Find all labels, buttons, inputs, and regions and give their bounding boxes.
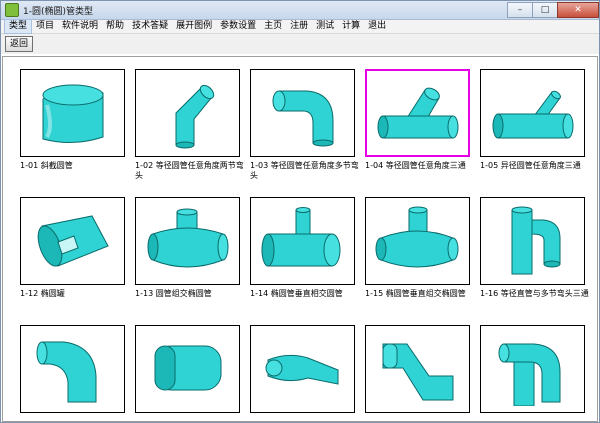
app-icon <box>5 3 19 17</box>
thumbnail[interactable] <box>480 197 585 285</box>
elliptical-tank-icon <box>37 215 109 267</box>
item-caption: 1-14 椭圆管垂直相交圆管 <box>250 289 343 298</box>
menu-item-register[interactable]: 注册 <box>286 20 312 33</box>
toolbar: 返回 <box>1 34 599 54</box>
item-caption: 1-16 等径直管与多节弯头三通 <box>480 289 589 298</box>
thumbnail[interactable] <box>135 69 240 157</box>
menu-item-tech-qa[interactable]: 技术答疑 <box>128 20 172 33</box>
menu-item-home[interactable]: 主页 <box>260 20 286 33</box>
two-segment-elbow-icon <box>175 84 214 149</box>
window-title: 1-圆(椭圆)管类型 <box>23 6 93 17</box>
thumbnail[interactable] <box>135 325 240 413</box>
menu-item-settings[interactable]: 参数设置 <box>216 20 260 33</box>
multi-segment-elbow-icon <box>272 90 333 147</box>
item-caption: 1-13 圆管组交椭圆管 <box>135 289 212 298</box>
thumbnail[interactable] <box>250 69 355 157</box>
menu-item-test[interactable]: 测试 <box>312 20 338 33</box>
square-to-round-elbow-icon <box>36 341 96 403</box>
back-button[interactable]: 返回 <box>5 36 34 52</box>
equal-tee-icon <box>377 87 458 139</box>
item-caption: 1-02 等径圆管任意角度两节弯头 <box>135 161 244 180</box>
offset-transition-icon <box>382 343 453 401</box>
pipe-elbow-tee-icon <box>511 206 560 275</box>
pipe-type-gallery: 1-01 斜截圆管 1-02 等径圆管任意角度两节弯头 1-03 等径圆管任意角… <box>2 56 598 422</box>
thumbnail[interactable] <box>480 69 585 157</box>
item-caption: 1-04 等径圆管任意角度三通 <box>365 161 466 170</box>
oval-tube-icon <box>154 345 221 391</box>
elbow-tee-bottom-icon <box>498 343 560 406</box>
oblique-cut-tube-icon <box>42 84 103 143</box>
item-caption: 1-12 椭圆罐 <box>20 289 65 298</box>
menu-item-type[interactable]: 类型 <box>4 19 33 34</box>
thumbnail[interactable] <box>135 197 240 285</box>
thumbnail[interactable] <box>365 325 470 413</box>
thumbnail[interactable] <box>480 325 585 413</box>
menu-bar: 类型 项目 软件说明 帮助 技术答疑 展开图例 参数设置 主页 注册 测试 计算… <box>1 19 599 34</box>
thumbnail[interactable] <box>250 197 355 285</box>
menu-item-project[interactable]: 项目 <box>32 20 58 33</box>
thumbnail[interactable] <box>250 325 355 413</box>
thumbnail[interactable] <box>20 69 125 157</box>
elliptical-perpendicular-round-icon <box>261 207 340 267</box>
thumbnail[interactable] <box>20 325 125 413</box>
close-button[interactable]: ✕ <box>557 1 599 18</box>
flattened-tube-icon <box>265 354 338 385</box>
minimize-button[interactable]: – <box>507 1 533 18</box>
title-bar: 1-圆(椭圆)管类型 – □ ✕ <box>1 1 599 20</box>
elliptical-perpendicular-elliptical-icon <box>375 206 458 268</box>
item-caption: 1-01 斜截圆管 <box>20 161 73 170</box>
item-caption: 1-15 椭圆管垂直组交椭圆管 <box>365 289 466 298</box>
thumbnail[interactable] <box>20 197 125 285</box>
menu-item-exit[interactable]: 退出 <box>364 20 390 33</box>
item-caption: 1-05 异径圆管任意角度三通 <box>480 161 581 170</box>
maximize-button[interactable]: □ <box>532 1 558 18</box>
menu-item-help[interactable]: 帮助 <box>102 20 128 33</box>
menu-item-calculate[interactable]: 计算 <box>338 20 364 33</box>
menu-item-unfold-examples[interactable]: 展开图例 <box>172 20 216 33</box>
round-on-elliptical-icon <box>147 208 228 268</box>
thumbnail-selected[interactable] <box>365 69 470 157</box>
reducing-tee-icon <box>492 90 573 139</box>
thumbnail[interactable] <box>365 197 470 285</box>
window-controls: – □ ✕ <box>507 1 599 19</box>
menu-item-software-info[interactable]: 软件说明 <box>58 20 102 33</box>
item-caption: 1-03 等径圆管任意角度多节弯头 <box>250 161 359 180</box>
